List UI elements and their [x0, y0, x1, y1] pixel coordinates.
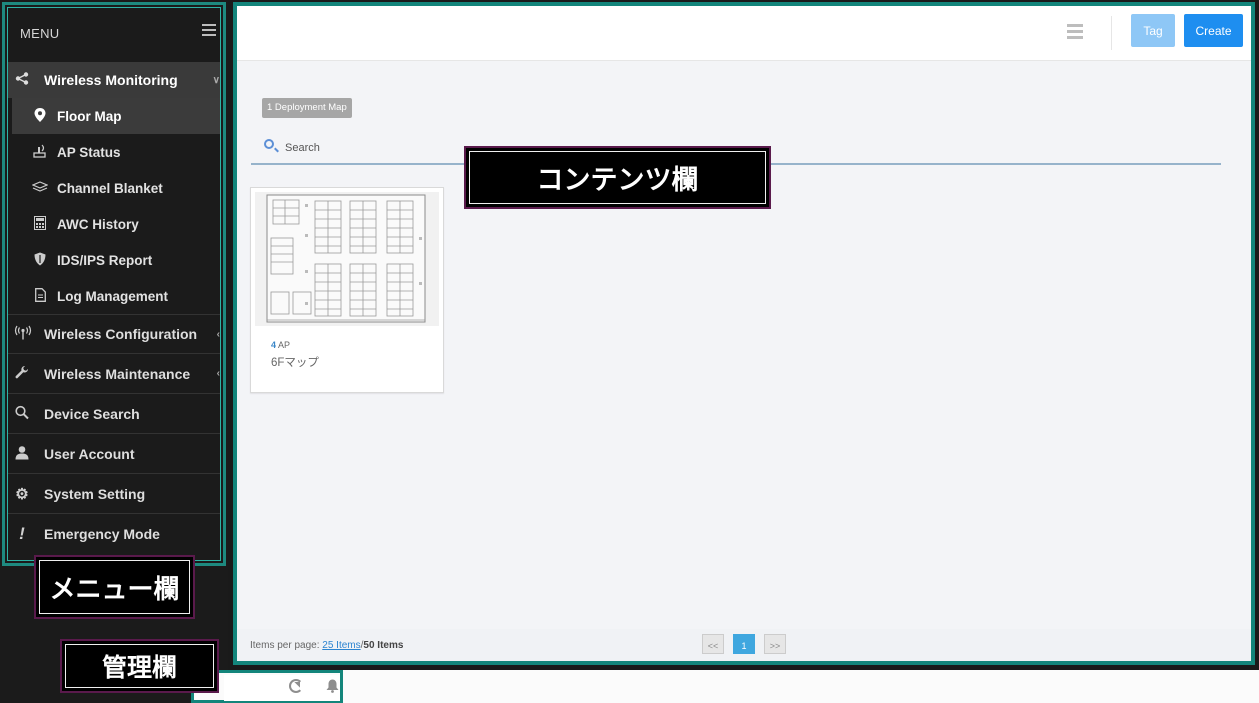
gear-icon: ⚙	[15, 485, 29, 503]
user-icon	[14, 445, 30, 462]
ap-status-icon	[32, 144, 48, 161]
menu-area-label: メニュー欄	[34, 555, 195, 619]
content-toolbar: Tag Create	[237, 6, 1251, 61]
antenna-icon	[14, 325, 32, 343]
document-icon	[32, 287, 48, 305]
sidebar-item-ap-status[interactable]: AP Status	[8, 134, 220, 170]
sidebar-item-label: Floor Map	[57, 108, 122, 124]
sidebar-group-user-account[interactable]: User Account	[8, 434, 220, 474]
sidebar-item-floor-map[interactable]: Floor Map	[12, 98, 220, 134]
sidebar-group-label: System Setting	[44, 485, 146, 502]
pagination-bar: Items per page: 25 Items/50 Items << 1 >…	[237, 629, 1251, 661]
chevron-down-icon: ∨	[212, 74, 220, 86]
list-view-icon[interactable]	[1067, 24, 1083, 40]
sidebar-item-ids-ips-report[interactable]: IDS/IPS Report	[8, 242, 220, 278]
search-icon	[14, 405, 30, 422]
page-first-button[interactable]: <<	[702, 634, 724, 654]
toolbar-divider	[1111, 16, 1112, 50]
ap-count: 4 AP	[271, 340, 290, 350]
content-area: Tag Create 1 Deployment Map Search 4 AP …	[233, 2, 1255, 665]
sidebar-group-device-search[interactable]: Device Search	[8, 394, 220, 434]
tag-button[interactable]: Tag	[1131, 14, 1175, 47]
items-per-page-label: Items per page:	[250, 640, 320, 651]
wrench-icon	[14, 365, 30, 382]
items-per-page: Items per page: 25 Items/50 Items	[250, 640, 403, 651]
sidebar-item-log-management[interactable]: Log Management	[8, 278, 220, 314]
page-current-button[interactable]: 1	[733, 634, 755, 654]
sidebar-group-system-setting[interactable]: ⚙ System Setting	[8, 474, 220, 514]
create-button[interactable]: Create	[1184, 14, 1243, 47]
sidebar-group-label: Wireless Monitoring	[44, 72, 178, 88]
chevron-left-icon: ‹	[216, 368, 220, 379]
map-pin-icon	[32, 107, 48, 125]
sidebar-item-label: AWC History	[57, 216, 139, 232]
calculator-icon	[32, 215, 48, 233]
sidebar-group-emergency-mode[interactable]: ! Emergency Mode	[8, 514, 220, 554]
items-per-page-link[interactable]: 25 Items	[322, 640, 360, 651]
sidebar-item-awc-history[interactable]: AWC History	[8, 206, 220, 242]
menu-header: MENU	[8, 8, 220, 56]
bottom-bar	[191, 670, 1259, 703]
sidebar-item-label: AP Status	[57, 144, 121, 160]
sidebar-group-label: Wireless Configuration	[44, 326, 198, 342]
ap-count-value: 4	[271, 340, 277, 350]
sidebar-item-channel-blanket[interactable]: Channel Blanket	[8, 170, 220, 206]
sidebar-group-wireless-configuration[interactable]: Wireless Configuration ‹	[8, 314, 220, 354]
share-icon	[14, 72, 30, 89]
sidebar-group-label: User Account	[44, 445, 135, 462]
management-toolbar	[224, 675, 340, 701]
sidebar-group-label: Wireless Maintenance	[44, 365, 191, 382]
search-icon	[264, 139, 274, 149]
sidebar-item-label: IDS/IPS Report	[57, 252, 153, 268]
chevron-left-icon: ‹	[216, 328, 220, 340]
menu-title: MENU	[20, 26, 60, 41]
bell-icon[interactable]	[326, 679, 339, 697]
content-area-label: コンテンツ欄	[464, 146, 771, 209]
sidebar-item-label: Channel Blanket	[57, 180, 163, 196]
exclamation-icon: !	[19, 524, 25, 543]
sidebar-group-wireless-maintenance[interactable]: Wireless Maintenance ‹	[8, 354, 220, 394]
refresh-icon[interactable]	[289, 679, 303, 693]
deployment-count-badge: 1 Deployment Map	[262, 98, 352, 118]
sidebar-item-label: Log Management	[57, 288, 169, 304]
sidebar-group-label: Emergency Mode	[44, 526, 160, 542]
page-next-button[interactable]: >>	[764, 634, 786, 654]
hamburger-icon[interactable]	[202, 24, 216, 36]
layers-icon	[31, 180, 49, 196]
floor-map-card[interactable]: 4 AP 6Fマップ	[250, 187, 444, 393]
sidebar-group-label: Device Search	[44, 405, 140, 422]
sidebar-group-wireless-monitoring[interactable]: Wireless Monitoring ∨	[8, 62, 220, 98]
ap-count-unit: AP	[278, 340, 291, 350]
sidebar-nav: Wireless Monitoring ∨ Floor Map AP Statu…	[8, 62, 220, 554]
shield-icon	[32, 252, 48, 269]
floor-map-name: 6Fマップ	[271, 357, 319, 369]
management-area-label: 管理欄	[60, 639, 219, 693]
floor-map-thumbnail	[255, 192, 439, 326]
total-items: 50 Items	[363, 640, 404, 651]
